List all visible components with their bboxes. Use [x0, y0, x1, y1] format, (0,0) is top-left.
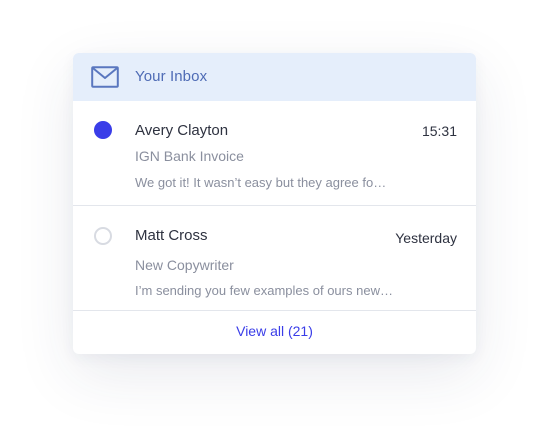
- unread-indicator[interactable]: [94, 121, 112, 139]
- read-indicator[interactable]: [94, 227, 112, 245]
- message-item[interactable]: Matt Cross Yesterday New Copywriter I’m …: [73, 206, 476, 310]
- message-time: Yesterday: [395, 230, 457, 246]
- inbox-title: Your Inbox: [135, 68, 208, 85]
- inbox-card: Your Inbox Avery Clayton 15:31 IGN Bank …: [73, 53, 476, 354]
- view-all-link[interactable]: View all (21): [73, 323, 476, 339]
- message-sender: Matt Cross: [135, 227, 208, 244]
- message-preview: I’m sending you few examples of ours new…: [135, 283, 393, 298]
- message-time: 15:31: [421, 123, 457, 139]
- message-subject: New Copywriter: [135, 257, 234, 273]
- stage: Your Inbox Avery Clayton 15:31 IGN Bank …: [0, 0, 551, 448]
- inbox-header: Your Inbox: [73, 53, 476, 101]
- message-preview: We got it! It wasn’t easy but they agree…: [135, 175, 387, 190]
- message-item[interactable]: Avery Clayton 15:31 IGN Bank Invoice We …: [73, 101, 476, 205]
- envelope-icon: [91, 66, 119, 88]
- message-sender: Avery Clayton: [135, 122, 229, 139]
- message-subject: IGN Bank Invoice: [135, 148, 244, 164]
- inbox-footer: View all (21): [73, 311, 476, 354]
